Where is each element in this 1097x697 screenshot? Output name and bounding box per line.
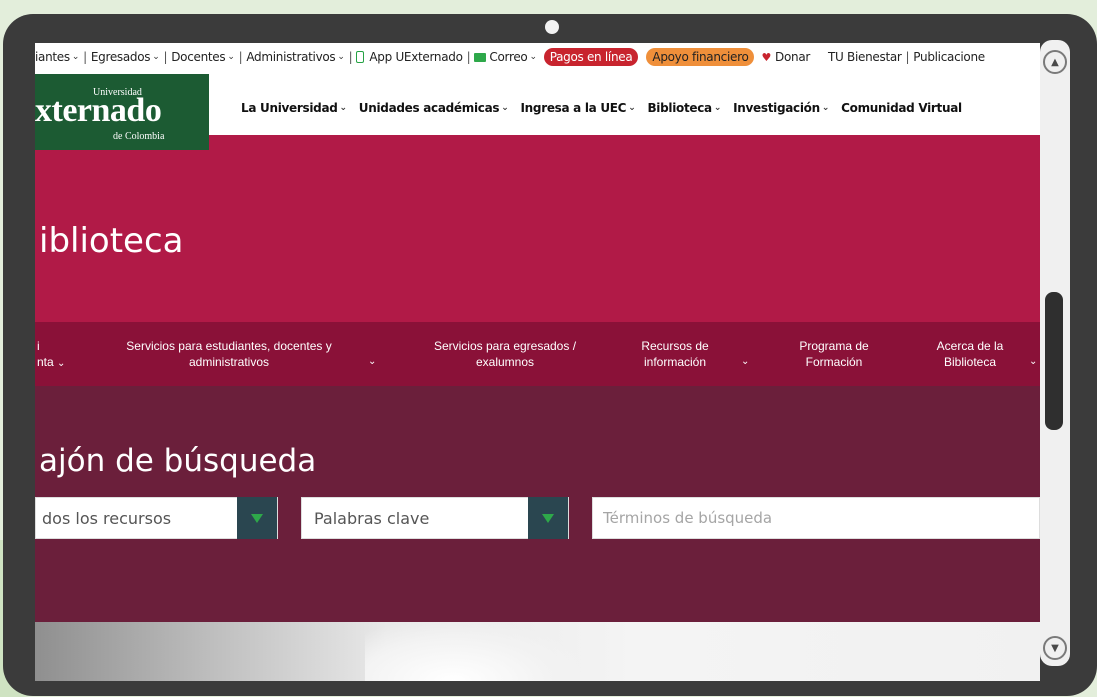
chevron-down-icon: ⌄ — [337, 52, 345, 62]
page-title: iblioteca — [39, 221, 184, 261]
nav-ingresa[interactable]: Ingresa a la UEC ⌄ — [521, 101, 636, 115]
nav-label: Investigación — [733, 101, 820, 115]
phone-icon — [356, 51, 365, 63]
util-administrativos-label: Administrativos — [246, 50, 336, 64]
pagos-button[interactable]: Pagos en línea — [543, 48, 639, 66]
scope-select-value: dos los recursos — [42, 508, 172, 528]
nav-label: Ingresa a la UEC — [520, 101, 627, 115]
subnav-item-servicios-estudiantes[interactable]: Servicios para estudiantes, docentes y a… — [119, 338, 339, 370]
site-header: Universidad xternado de Colombia La Univ… — [35, 71, 1040, 150]
mail-icon — [474, 52, 487, 62]
subnav-line: Biblioteca — [943, 355, 997, 369]
subnav-item-servicios-egresados[interactable]: Servicios para egresados / exalumnos — [420, 338, 590, 370]
util-estudiantes-label: iantes — [35, 50, 70, 64]
chevron-down-icon: ⌄ — [529, 52, 537, 62]
nav-comunidad-virtual[interactable]: Comunidad Virtual — [841, 101, 962, 115]
chevron-down-icon: ⌄ — [227, 52, 235, 62]
nav-label: La Universidad — [241, 101, 338, 115]
chevron-down-icon: ⌄ — [821, 103, 830, 113]
util-estudiantes[interactable]: iantes ⌄ — [35, 50, 82, 64]
main-nav: La Universidad ⌄ Unidades académicas ⌄ Ing… — [241, 101, 962, 115]
nav-label: Unidades académicas — [358, 101, 500, 115]
bienestar-link[interactable]: TU Bienestar — [825, 50, 905, 64]
subnav-line: Servicios para egresados / — [433, 339, 577, 353]
util-docentes[interactable]: Docentes ⌄ — [168, 50, 237, 64]
chevron-down-icon: ⌄ — [628, 103, 636, 113]
library-subnav: i nta ⌄ Servicios para estudiantes, doce… — [35, 322, 1040, 386]
subnav-item-programa[interactable]: Programa de Formación — [789, 338, 879, 370]
scrollbar-thumb[interactable] — [1045, 292, 1063, 430]
nav-label: Biblioteca — [647, 101, 712, 115]
scrollbar[interactable]: ▲ ▼ — [1040, 40, 1070, 666]
logo-main-text: xternado — [35, 92, 162, 129]
publicaciones-link[interactable]: Publicacione — [910, 50, 988, 64]
util-correo-label: Correo — [489, 50, 528, 64]
browser-screen: iantes ⌄ | Egresados ⌄ | Docentes ⌄ | Admin… — [35, 43, 1040, 681]
nav-biblioteca[interactable]: Biblioteca ⌄ — [647, 101, 721, 115]
chevron-down-icon: ⌄ — [57, 358, 66, 369]
chevron-down-icon: ⌄ — [741, 356, 750, 367]
search-terms-input[interactable] — [592, 497, 1040, 539]
subnav-item-acerca[interactable]: Acerca de la Biblioteca — [925, 338, 1015, 370]
donar-link[interactable]: ♥ Donar — [758, 50, 813, 64]
title-band — [35, 135, 1040, 322]
chevron-down-icon: ⌄ — [71, 52, 80, 62]
nav-unidades-academicas[interactable]: Unidades académicas ⌄ — [359, 101, 509, 115]
triangle-down-icon — [251, 513, 263, 523]
apoyo-button[interactable]: Apoyo financiero — [646, 48, 755, 66]
util-docentes-label: Docentes — [171, 50, 226, 64]
chevron-down-icon: ⌄ — [1029, 356, 1038, 367]
field-dropdown-button[interactable] — [528, 497, 568, 539]
subnav-line: Recursos de — [641, 339, 709, 353]
utility-bar: iantes ⌄ | Egresados ⌄ | Docentes ⌄ | Admin… — [35, 43, 1040, 71]
util-app[interactable]: App UExternado — [353, 50, 465, 64]
subnav-line: nta — [37, 355, 54, 369]
chevron-down-icon: ⌄ — [713, 103, 722, 113]
subnav-line: información — [643, 355, 707, 369]
subnav-line: administrativos — [188, 355, 270, 369]
hero-image-highlight — [365, 622, 585, 681]
subnav-line: Acerca de la — [936, 339, 1004, 353]
subnav-line: exalumnos — [475, 355, 535, 369]
subnav-item-recursos[interactable]: Recursos de información — [635, 338, 715, 370]
logo-bottom-text: de Colombia — [113, 131, 165, 142]
chevron-down-icon: ⌄ — [501, 103, 509, 113]
field-select-value: Palabras clave — [314, 508, 430, 528]
heart-hand-icon: ♥ — [761, 50, 772, 64]
subnav-line: Programa de — [799, 339, 869, 353]
nav-label: Comunidad Virtual — [841, 101, 962, 115]
chevron-down-icon: ⌄ — [368, 356, 377, 367]
field-select[interactable]: Palabras clave — [301, 497, 569, 539]
camera-dot — [545, 20, 559, 34]
subnav-line: Formación — [805, 355, 863, 369]
nav-investigacion[interactable]: Investigación ⌄ — [733, 101, 829, 115]
publicaciones-label: Publicacione — [913, 50, 985, 64]
tablet-frame: iantes ⌄ | Egresados ⌄ | Docentes ⌄ | Admin… — [3, 14, 1097, 696]
scroll-down-icon[interactable]: ▼ — [1043, 636, 1067, 660]
bienestar-label: TU Bienestar — [828, 50, 902, 64]
scope-dropdown-button[interactable] — [237, 497, 277, 539]
subnav-line: Servicios para estudiantes, docentes y — [126, 339, 332, 353]
nav-la-universidad[interactable]: La Universidad ⌄ — [241, 101, 347, 115]
subnav-line: i — [37, 339, 40, 353]
scroll-up-icon[interactable]: ▲ — [1043, 50, 1067, 74]
donar-label: Donar — [775, 50, 811, 64]
triangle-down-icon — [542, 513, 554, 523]
scope-select[interactable]: dos los recursos — [35, 497, 278, 539]
util-egresados[interactable]: Egresados ⌄ — [88, 50, 163, 64]
util-correo[interactable]: Correo ⌄ — [471, 50, 539, 64]
university-logo[interactable]: Universidad xternado de Colombia — [35, 74, 209, 150]
util-administrativos[interactable]: Administrativos ⌄ — [243, 50, 347, 64]
subnav-item-0[interactable]: i nta ⌄ — [37, 338, 65, 372]
util-egresados-label: Egresados — [90, 50, 151, 64]
search-heading: ajón de búsqueda — [39, 443, 317, 479]
util-app-label: App UExternado — [369, 50, 463, 64]
chevron-down-icon: ⌄ — [339, 103, 348, 113]
chevron-down-icon: ⌄ — [152, 52, 160, 62]
